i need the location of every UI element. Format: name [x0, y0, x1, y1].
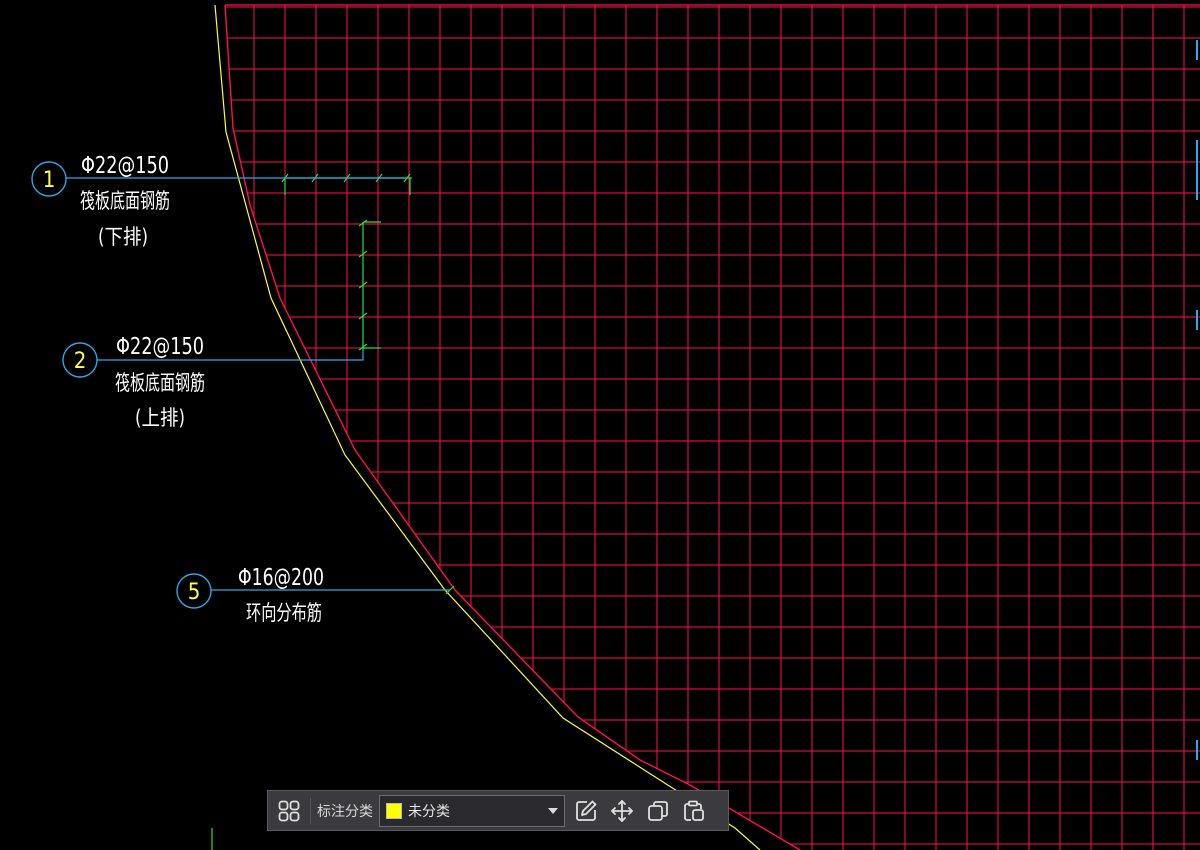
slab-outline — [214, 4, 761, 850]
category-label: 标注分类 — [317, 803, 373, 820]
copy-icon[interactable] — [643, 796, 673, 826]
annotation-toolbar: 标注分类 未分类 — [267, 790, 729, 831]
category-dropdown[interactable]: 未分类 — [379, 794, 565, 827]
chevron-down-icon — [548, 807, 558, 814]
callout-1-note[interactable]: (下排) — [98, 225, 148, 249]
cad-drawing-canvas[interactable]: 1 2 5 Φ22@150 筏板底面钢筋 (下排) Φ22@150 筏板底面钢筋… — [0, 0, 1200, 850]
callout-2-spec[interactable]: Φ22@150 — [116, 334, 204, 360]
slab-boundary — [224, 4, 801, 850]
rebar-mesh-grid — [225, 5, 1200, 850]
move-icon[interactable] — [607, 796, 637, 826]
callout-2-note[interactable]: (上排) — [135, 406, 185, 430]
category-color-swatch — [386, 802, 402, 819]
callout-5-desc[interactable]: 环向分布筋 — [246, 601, 322, 625]
edit-icon[interactable] — [571, 796, 601, 826]
callout-number: 5 — [188, 580, 201, 605]
callout-bubble-1[interactable]: 1 — [31, 161, 67, 197]
callout-2-desc[interactable]: 筏板底面钢筋 — [115, 371, 205, 395]
callout-1-spec[interactable]: Φ22@150 — [81, 153, 169, 179]
callout-bubble-2[interactable]: 2 — [62, 342, 98, 378]
category-value: 未分类 — [408, 803, 450, 820]
callout-number: 2 — [74, 349, 87, 374]
paste-icon[interactable] — [679, 796, 709, 826]
toolbar-separator — [310, 797, 311, 824]
callout-bubble-5[interactable]: 5 — [176, 573, 212, 609]
callout-1-desc[interactable]: 筏板底面钢筋 — [80, 189, 170, 213]
callout-5-spec[interactable]: Φ16@200 — [238, 565, 324, 591]
four-squares-icon[interactable] — [274, 796, 304, 826]
callout-number: 1 — [43, 168, 56, 193]
